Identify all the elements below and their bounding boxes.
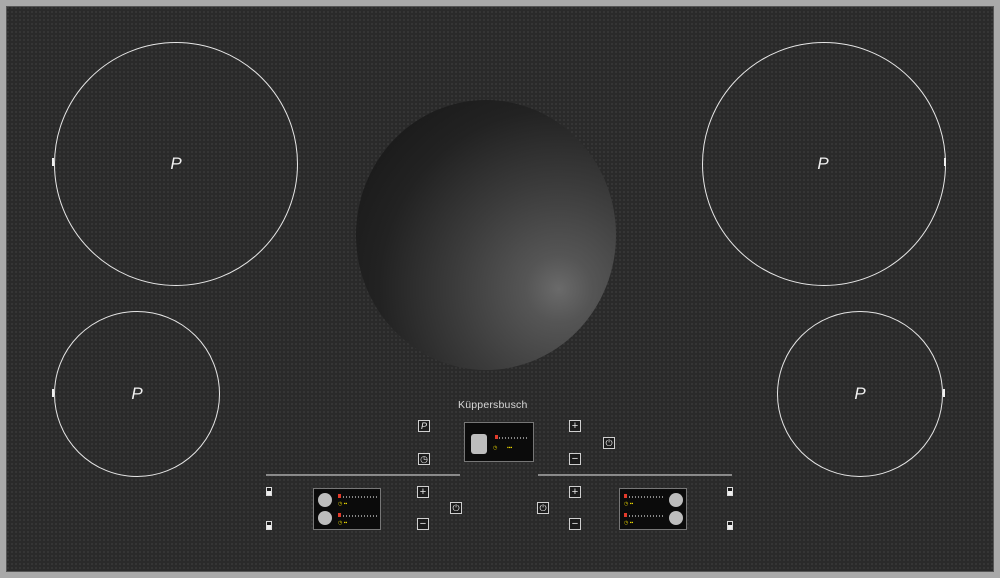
zone-rear-right-power-label: P [817,154,829,173]
zone-rear-left-marker [52,158,54,166]
wok-zone[interactable] [356,100,616,370]
right-slider-track[interactable] [538,474,732,476]
zone-rear-left-power-label: P [170,154,182,173]
left-front-level-marker-icon [338,513,341,517]
right-front-timer-icon: ◷ ▪▪ [624,520,634,526]
left-front-zone-indicator-icon [318,511,332,525]
left-slider-track[interactable] [266,474,460,476]
center-level-scale [499,437,529,439]
left-rear-level-scale [343,496,377,498]
right-rear-level-scale [629,496,663,498]
power-boost-key[interactable]: P [418,420,430,432]
brand-logo: Küppersbusch [458,399,528,411]
left-zones-display: ◷ ▪▪ ◷ ▪▪ [313,488,381,530]
right-plus-button[interactable]: + [569,486,581,498]
zone-rear-right-marker [944,158,946,166]
left-onoff-button[interactable]: ⏻ [450,502,462,514]
right-rear-zone-select-switch[interactable] [727,487,733,496]
center-minus-button[interactable]: − [569,453,581,465]
right-rear-timer-icon: ◷ ▪▪ [624,501,634,507]
zone-front-left-marker [52,389,54,397]
left-rear-zone-select-switch[interactable] [266,487,272,496]
right-minus-button[interactable]: − [569,518,581,530]
center-plus-button[interactable]: + [569,420,581,432]
right-front-level-marker-icon [624,513,627,517]
right-front-zone-select-switch[interactable] [727,521,733,530]
right-rear-level-marker-icon [624,494,627,498]
left-rear-zone-indicator-icon [318,493,332,507]
left-front-timer-icon: ◷ ▪▪ [338,520,348,526]
right-rear-zone-indicator-icon [669,493,683,507]
timer-key[interactable]: ◷ [418,453,430,465]
zone-front-right-marker [943,389,945,397]
right-front-level-scale [629,515,663,517]
center-zone-display: ◷ ▪▪▪ [464,422,534,462]
main-onoff-button[interactable]: ⏻ [603,437,615,449]
center-timer-icon: ◷ [493,445,498,451]
right-zones-display: ◷ ▪▪ ◷ ▪▪ [619,488,687,530]
left-plus-button[interactable]: + [417,486,429,498]
left-rear-level-marker-icon [338,494,341,498]
right-onoff-button[interactable]: ⏻ [537,502,549,514]
center-timer-readout-icon: ▪▪▪ [507,445,513,451]
left-front-zone-select-switch[interactable] [266,521,272,530]
left-front-level-scale [343,515,377,517]
left-minus-button[interactable]: − [417,518,429,530]
center-level-marker-icon [495,435,498,439]
left-rear-timer-icon: ◷ ▪▪ [338,501,348,507]
center-zone-selector-icon [471,434,487,454]
zone-front-right-power-label: P [854,384,866,403]
right-front-zone-indicator-icon [669,511,683,525]
zone-front-left-power-label: P [131,384,143,403]
